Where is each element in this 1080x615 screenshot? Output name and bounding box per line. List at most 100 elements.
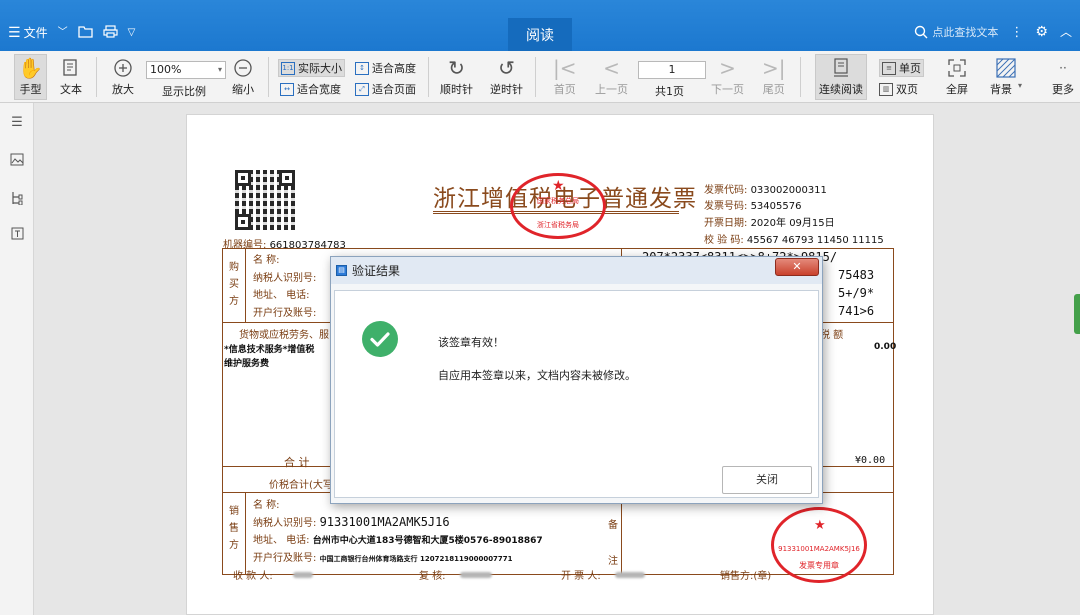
invoice-check-row: 校 验 码: 45567 46793 11450 11115	[704, 231, 884, 246]
next-page-button[interactable]: > 下一页	[711, 55, 744, 97]
toolbar-divider	[96, 57, 97, 97]
invoice-check-label: 校 验 码:	[704, 235, 744, 246]
text-tool-button[interactable]: 文本	[60, 55, 82, 97]
seller-bank-value: 中国工商银行台州体育场路支行 1207218119000007771	[319, 555, 513, 563]
close-button[interactable]: 关闭	[722, 466, 812, 494]
seller-address-value: 台州市中心大道183号德智和大厦5楼0576-89018867	[312, 536, 543, 546]
seller-side-label: 销 售 方	[229, 503, 239, 554]
text-select-icon	[61, 55, 81, 81]
continuous-read-label: 连续阅读	[819, 83, 863, 96]
page-total-label: 共1页	[655, 85, 684, 98]
fullscreen-label: 全屏	[946, 83, 968, 96]
invoice-date-value: 2020年 09月15日	[750, 218, 835, 229]
toolbar-divider	[428, 57, 429, 97]
seal-bottom-text: 浙江省税务局	[537, 221, 579, 229]
more-label: 更多	[1052, 83, 1074, 96]
background-label: 背景	[990, 83, 1012, 96]
chevron-left-icon: <	[603, 56, 620, 80]
search-box[interactable]: 点此查找文本	[914, 24, 998, 40]
rotate-counterclockwise-label: 逆时针	[490, 83, 523, 96]
fit-page-button[interactable]: ⤢ 适合页面	[355, 81, 416, 97]
close-icon: ✕	[792, 260, 802, 273]
goods-item-name: *信息技术服务*增值税	[224, 345, 315, 355]
tab-read-label: 阅读	[526, 27, 554, 44]
dialog-title: 验证结果	[352, 264, 401, 278]
seller-side-char: 销	[229, 506, 239, 517]
continuous-read-button[interactable]: 连续阅读	[815, 54, 867, 100]
payee-name-redacted	[292, 571, 313, 578]
dialog-close-x-button[interactable]: ✕	[775, 258, 819, 276]
success-check-icon	[362, 321, 398, 357]
hand-tool-label: 手型	[19, 83, 42, 96]
signature-valid-message: 该签章有效！	[438, 336, 504, 349]
seller-bank-label: 开户行及账号:	[253, 553, 317, 564]
buyer-fields: 名 称: 纳税人识别号: 地址、 电话: 开户行及账号:	[253, 252, 316, 322]
chevron-right-icon: >	[719, 56, 736, 80]
open-folder-icon[interactable]	[77, 25, 93, 41]
title-bar: ☰ 文件 ﹀ ▽ 阅读 点此查找文本 ⋮ ⚙ ︿	[0, 0, 1080, 51]
seller-invoice-seal: ★ 91331001MA2AMK5J16 发票专用章	[771, 507, 867, 583]
rotate-counterclockwise-button[interactable]: ↺ 逆时针	[490, 55, 523, 97]
search-icon	[915, 25, 928, 39]
gear-icon[interactable]: ⚙	[1035, 25, 1048, 39]
fit-width-button[interactable]: ↔ 适合宽度	[280, 81, 341, 97]
table-border	[893, 248, 894, 575]
close-button-label: 关闭	[756, 473, 778, 486]
zoom-in-label: 放大	[112, 83, 134, 96]
zoom-in-button[interactable]: 放大	[112, 55, 134, 97]
more-vertical-icon[interactable]: ⋮	[1010, 26, 1023, 39]
invoice-date-row: 开票日期: 2020年 09月15日	[704, 214, 835, 229]
actual-size-button[interactable]: 1:1 实际大小	[278, 59, 345, 77]
toolbar-divider	[268, 57, 269, 97]
next-page-label: 下一页	[711, 83, 744, 96]
page-number-input[interactable]: 1	[638, 61, 706, 79]
seal-star-icon: ★	[552, 178, 565, 194]
dialog-title-bar[interactable]: ▤ 验证结果 ✕	[331, 257, 822, 284]
invoice-number-row: 发票号码: 53405576	[704, 197, 801, 212]
background-button[interactable]: 背景 ▾	[990, 55, 1022, 97]
price-total-label: 价税合计(大写)	[269, 480, 337, 491]
thumbnail-image-icon[interactable]	[9, 153, 25, 169]
file-menu-button[interactable]: ☰ 文件	[8, 24, 48, 41]
tax-column-header: 税 额	[820, 330, 844, 341]
background-label-wrap: 背景 ▾	[990, 81, 1022, 97]
titlebar-left-group: ☰ 文件 ﹀ ▽	[8, 24, 135, 41]
chevron-down-icon[interactable]: ﹀	[58, 27, 68, 38]
zoom-out-button[interactable]: 缩小	[232, 55, 254, 97]
hand-tool-button[interactable]: ✋ 手型	[14, 54, 47, 100]
seller-seal-number: 91331001MA2AMK5J16	[778, 545, 860, 553]
seller-side-char: 售	[229, 523, 239, 534]
last-page-button[interactable]: >| 尾页	[762, 55, 786, 97]
rotate-clockwise-button[interactable]: ↻ 顺时针	[440, 55, 473, 97]
double-page-button[interactable]: ▥ 双页	[879, 81, 918, 97]
buyer-side-char: 方	[229, 296, 239, 307]
qr-finder-pattern	[235, 214, 251, 230]
quick-access-dropdown-icon[interactable]: ▽	[128, 27, 136, 38]
tab-read[interactable]: 阅读	[508, 18, 572, 51]
fullscreen-icon	[947, 55, 967, 81]
prev-page-label: 上一页	[595, 83, 628, 96]
invoice-check-value: 45567 46793 11450 11115	[746, 235, 884, 246]
invoice-number-label: 发票号码:	[704, 201, 748, 212]
file-menu-label: 文件	[23, 26, 48, 40]
outline-list-icon[interactable]: ☰	[9, 115, 25, 131]
goods-column-header: 货物或应税劳务、服	[239, 330, 329, 341]
fit-height-button[interactable]: ↕ 适合高度	[355, 60, 416, 76]
show-ratio-label: 显示比例	[162, 85, 206, 98]
side-panel-handle[interactable]	[1074, 294, 1080, 334]
fit-page-icon: ⤢	[355, 82, 369, 96]
zoom-select[interactable]: 100% ▾	[146, 61, 226, 79]
single-page-button[interactable]: ≡ 单页	[879, 59, 924, 77]
more-button[interactable]: ·· 更多	[1052, 55, 1074, 97]
first-page-button[interactable]: |< 首页	[553, 55, 577, 97]
print-icon[interactable]	[102, 24, 118, 41]
tree-structure-icon[interactable]	[9, 191, 25, 207]
prev-page-button[interactable]: < 上一页	[595, 55, 628, 97]
fullscreen-button[interactable]: 全屏	[946, 55, 968, 97]
last-page-icon: >|	[762, 56, 786, 80]
text-annotation-icon[interactable]	[9, 227, 25, 243]
buyer-side-char: 购	[229, 262, 239, 273]
invoice-code-value: 033002000311	[750, 185, 827, 196]
collapse-chevron-up-icon[interactable]: ︿	[1060, 26, 1072, 38]
zoom-out-label: 缩小	[232, 83, 254, 96]
